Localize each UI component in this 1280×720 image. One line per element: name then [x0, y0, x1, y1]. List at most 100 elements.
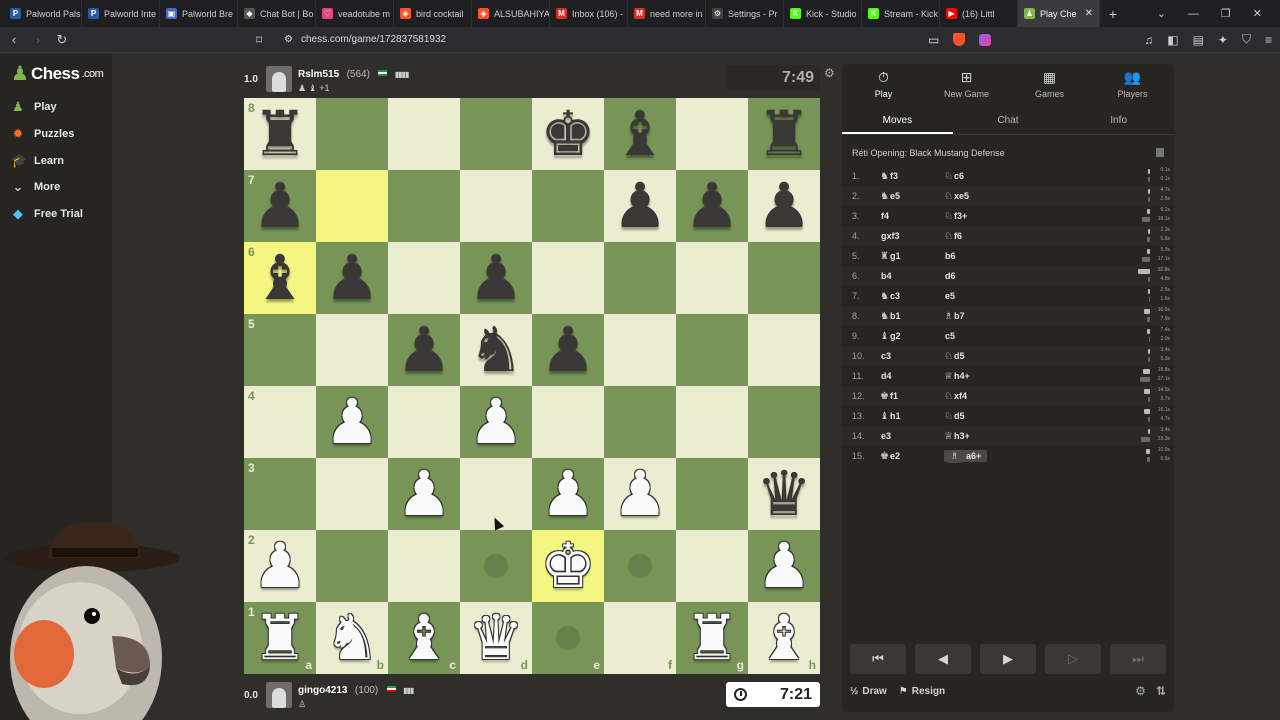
subtab-info[interactable]: Info: [1063, 109, 1174, 134]
black-move[interactable]: ♗b7: [944, 311, 1134, 322]
square-b5[interactable]: [316, 314, 388, 386]
square-a4[interactable]: 4: [244, 386, 316, 458]
browser-tab[interactable]: P Palworld Inte: [82, 0, 160, 27]
white-move[interactable]: ♚e2: [880, 451, 944, 462]
square-a7[interactable]: 7 ♟: [244, 170, 316, 242]
square-d2[interactable]: [460, 530, 532, 602]
square-f6[interactable]: [604, 242, 676, 314]
black-move[interactable]: ♗ a6+: [944, 449, 1134, 463]
square-h2[interactable]: ♟: [748, 530, 820, 602]
tab-games[interactable]: ▦ Games: [1008, 64, 1091, 104]
square-h3[interactable]: ♛: [748, 458, 820, 530]
square-c5[interactable]: ♟: [388, 314, 460, 386]
new-tab-button[interactable]: +: [1100, 6, 1126, 22]
sidebar-item-more[interactable]: ⌄ More: [11, 180, 61, 194]
browser-tab[interactable]: ▶ (16) Littl: [940, 0, 1018, 27]
subtab-moves[interactable]: Moves: [842, 109, 953, 134]
black-queen-icon[interactable]: ♛: [756, 458, 812, 530]
square-c8[interactable]: [388, 98, 460, 170]
browser-tab[interactable]: ◈ ALSUBAHIYA: [472, 0, 550, 27]
square-b2[interactable]: [316, 530, 388, 602]
white-pawn-icon[interactable]: ♟: [756, 530, 812, 602]
legal-move-dot[interactable]: [556, 626, 580, 650]
white-bishop-icon[interactable]: ♝: [396, 602, 452, 674]
subtab-chat[interactable]: Chat: [953, 109, 1064, 134]
square-d4[interactable]: ♟: [460, 386, 532, 458]
square-b1[interactable]: b ♞: [316, 602, 388, 674]
black-knight-icon[interactable]: ♞: [468, 314, 524, 386]
square-a3[interactable]: 3: [244, 458, 316, 530]
square-c4[interactable]: [388, 386, 460, 458]
white-move[interactable]: ♜g1: [880, 251, 944, 262]
square-g5[interactable]: [676, 314, 748, 386]
square-d5[interactable]: ♞: [460, 314, 532, 386]
white-pawn-icon[interactable]: ♟: [540, 458, 596, 530]
browser-tab[interactable]: ⚙ Settings - Pr: [706, 0, 784, 27]
square-d6[interactable]: ♟: [460, 242, 532, 314]
browser-tab[interactable]: ♡ veadotube m: [316, 0, 394, 27]
browser-tab[interactable]: M Inbox (106) -: [550, 0, 628, 27]
black-pawn-icon[interactable]: ♟: [684, 170, 740, 242]
square-d1[interactable]: d ♛: [460, 602, 532, 674]
last-move-button[interactable]: ⏭: [1110, 644, 1166, 674]
sidebar-item-learn[interactable]: 🎓 Learn: [11, 154, 64, 168]
forward-icon[interactable]: ›: [28, 32, 48, 47]
square-h5[interactable]: [748, 314, 820, 386]
tab-active[interactable]: ♟ Play Che ✕: [1018, 0, 1100, 27]
browser-tab[interactable]: ▣ Palworld Bre: [160, 0, 238, 27]
white-move[interactable]: e3: [880, 431, 944, 442]
square-a1[interactable]: 1 a ♜: [244, 602, 316, 674]
square-e7[interactable]: [532, 170, 604, 242]
opening-book-icon[interactable]: [1156, 148, 1164, 157]
square-e3[interactable]: ♟: [532, 458, 604, 530]
resign-button[interactable]: ⚑ Resign: [899, 686, 945, 697]
white-move[interactable]: gxf3: [880, 231, 944, 242]
square-e1[interactable]: e: [532, 602, 604, 674]
black-move[interactable]: ♘f3+: [944, 211, 1134, 222]
black-move[interactable]: ♕h3+: [944, 431, 1134, 442]
close-window-icon[interactable]: ✕: [1253, 7, 1262, 20]
tab-new-game[interactable]: ⊞ New Game: [925, 64, 1008, 104]
square-b6[interactable]: ♟: [316, 242, 388, 314]
square-c3[interactable]: ♟: [388, 458, 460, 530]
white-pawn-icon[interactable]: ♟: [612, 458, 668, 530]
black-pawn-icon[interactable]: ♟: [612, 170, 668, 242]
cast-icon[interactable]: ▭: [928, 33, 939, 47]
browser-tab[interactable]: K Kick - Studio: [784, 0, 862, 27]
avatar[interactable]: [266, 66, 292, 92]
black-move[interactable]: c5: [944, 331, 1134, 342]
square-b3[interactable]: [316, 458, 388, 530]
draw-button[interactable]: ½ Draw: [850, 686, 887, 697]
square-d8[interactable]: [460, 98, 532, 170]
sidebar-toggle-icon[interactable]: ◧: [1167, 33, 1178, 47]
square-g6[interactable]: [676, 242, 748, 314]
board-settings-icon[interactable]: ⚙: [824, 66, 835, 80]
square-f5[interactable]: [604, 314, 676, 386]
square-c6[interactable]: [388, 242, 460, 314]
white-move[interactable]: ♚f1: [880, 391, 944, 402]
black-move[interactable]: ♘xf4: [944, 391, 1134, 402]
black-move[interactable]: ♘xe5: [944, 191, 1134, 202]
top-player-name[interactable]: Rslm515: [298, 69, 339, 80]
browser-tab[interactable]: ◈ bird cocktail: [394, 0, 472, 27]
square-h1[interactable]: h ♝: [748, 602, 820, 674]
square-f7[interactable]: ♟: [604, 170, 676, 242]
square-f8[interactable]: ♝: [604, 98, 676, 170]
white-pawn-icon[interactable]: ♟: [252, 530, 308, 602]
square-b4[interactable]: ♟: [316, 386, 388, 458]
square-a8[interactable]: 8 ♜: [244, 98, 316, 170]
browser-tab[interactable]: K Stream - Kick: [862, 0, 940, 27]
close-tab-icon[interactable]: ✕: [1085, 8, 1093, 19]
white-bishop-icon[interactable]: ♝: [756, 602, 812, 674]
white-move[interactable]: ♞f3: [880, 171, 944, 182]
restore-icon[interactable]: ❐: [1221, 7, 1231, 20]
prev-move-button[interactable]: ◀: [915, 644, 971, 674]
back-icon[interactable]: ‹: [4, 32, 24, 47]
square-e2[interactable]: ♚: [532, 530, 604, 602]
black-move[interactable]: ♘d5: [944, 351, 1134, 362]
square-f2[interactable]: [604, 530, 676, 602]
next-move-button[interactable]: ▷: [1045, 644, 1101, 674]
browser-tab[interactable]: P Palworld Pals: [4, 0, 82, 27]
white-rook-icon[interactable]: ♜: [684, 602, 740, 674]
white-move[interactable]: b4: [880, 271, 944, 282]
